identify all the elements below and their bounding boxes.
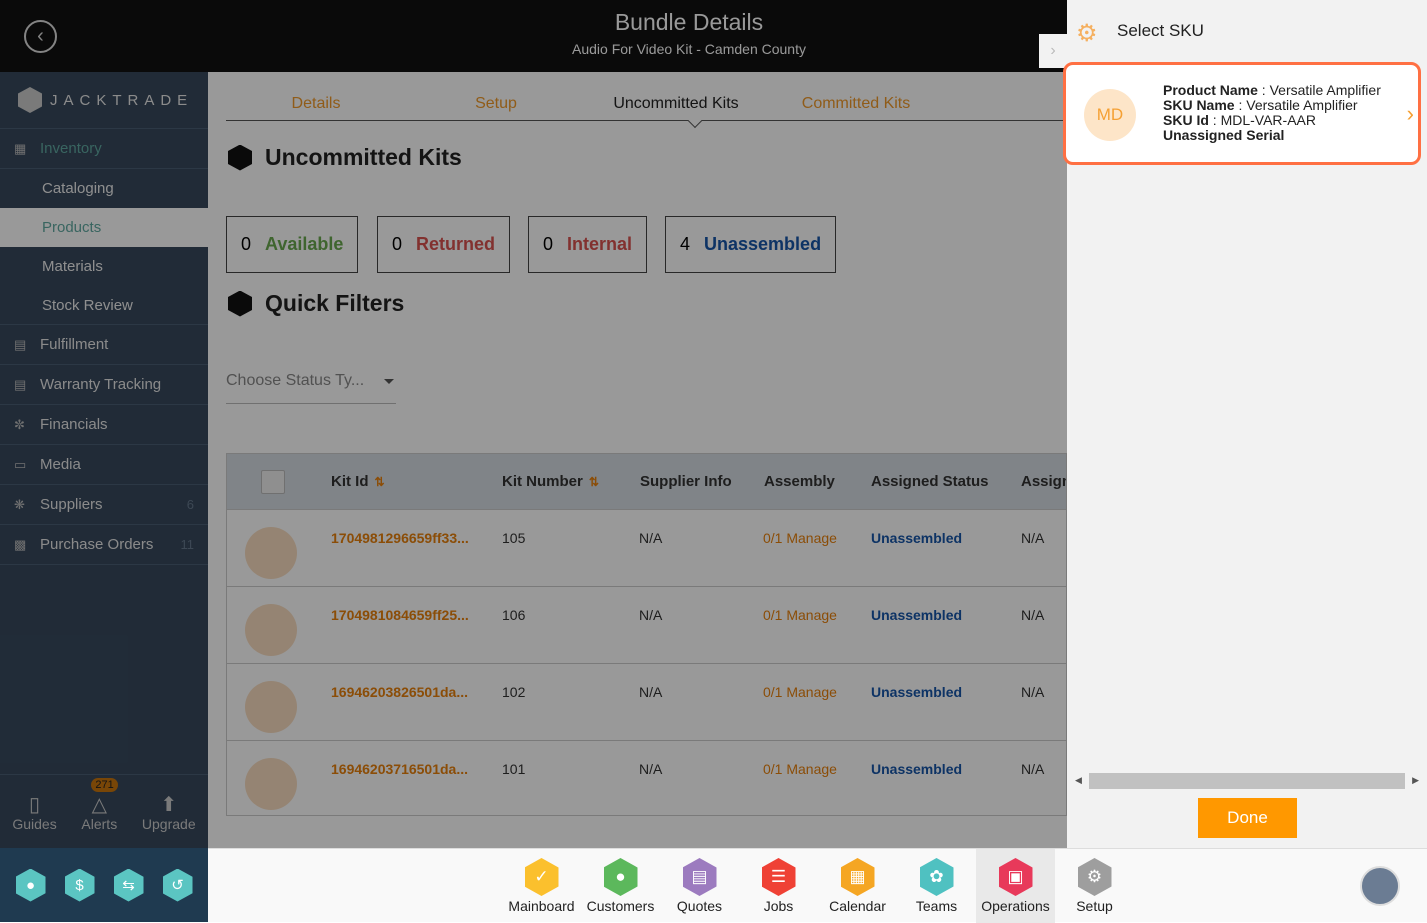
nav-teams[interactable]: ✿ Teams bbox=[897, 849, 976, 923]
nav-quotes[interactable]: ▤ Quotes bbox=[660, 849, 739, 923]
nav-label: Customers bbox=[586, 898, 655, 914]
nav-label: Quotes bbox=[676, 898, 723, 914]
setup-icon: ⚙ bbox=[1077, 858, 1112, 896]
workflow-icon[interactable]: ↺ bbox=[162, 868, 193, 902]
nav-label: Teams bbox=[915, 898, 958, 914]
calendar-icon: ▦ bbox=[840, 858, 875, 896]
select-sku-panel: ⚙ Select SKU MD Product Name : Versatile… bbox=[1063, 0, 1427, 848]
user-icon[interactable]: ● bbox=[15, 868, 46, 902]
panel-title: Select SKU bbox=[1117, 21, 1204, 40]
operations-icon: ▣ bbox=[998, 858, 1033, 896]
sku-info: Product Name : Versatile Amplifier SKU N… bbox=[1163, 82, 1381, 143]
nav-operations[interactable]: ▣ Operations bbox=[976, 849, 1055, 923]
nav-label: Calendar bbox=[829, 898, 886, 914]
jobs-icon: ☰ bbox=[761, 858, 796, 896]
nav-mainboard[interactable]: ✓ Mainboard bbox=[502, 849, 581, 923]
horizontal-scrollbar[interactable]: ◀ ▶ bbox=[1075, 773, 1419, 789]
customers-icon: ● bbox=[603, 858, 638, 896]
dollar-icon[interactable]: $ bbox=[64, 868, 95, 902]
teams-icon: ✿ bbox=[919, 858, 954, 896]
nav-label: Jobs bbox=[763, 898, 794, 914]
nav-label: Mainboard bbox=[508, 898, 575, 914]
mainboard-icon: ✓ bbox=[524, 858, 559, 896]
gear-person-icon: ⚙ bbox=[1076, 20, 1098, 47]
sku-avatar: MD bbox=[1084, 89, 1136, 141]
nav-setup[interactable]: ⚙ Setup bbox=[1055, 849, 1134, 923]
nav-label: Setup bbox=[1076, 898, 1113, 914]
sidebar-quick-icons: ● $ ⇆ ↺ bbox=[0, 848, 208, 922]
nav-customers[interactable]: ● Customers bbox=[581, 849, 660, 923]
bottom-nav: ✓ Mainboard ● Customers ▤ Quotes ☰ Jobs ▦ Calenda… bbox=[208, 848, 1427, 923]
close-panel-chevron-icon[interactable]: › bbox=[1039, 34, 1067, 68]
quotes-icon: ▤ bbox=[682, 858, 717, 896]
done-button[interactable]: Done bbox=[1198, 798, 1297, 838]
nav-label: Operations bbox=[981, 898, 1050, 914]
sku-card[interactable]: MD Product Name : Versatile Amplifier SK… bbox=[1063, 62, 1421, 165]
user-avatar[interactable] bbox=[1360, 866, 1400, 906]
nav-jobs[interactable]: ☰ Jobs bbox=[739, 849, 818, 923]
modal-backdrop[interactable] bbox=[0, 0, 1067, 848]
money-transfer-icon[interactable]: ⇆ bbox=[113, 868, 144, 902]
nav-calendar[interactable]: ▦ Calendar bbox=[818, 849, 897, 923]
chevron-right-icon[interactable]: › bbox=[1407, 101, 1414, 127]
